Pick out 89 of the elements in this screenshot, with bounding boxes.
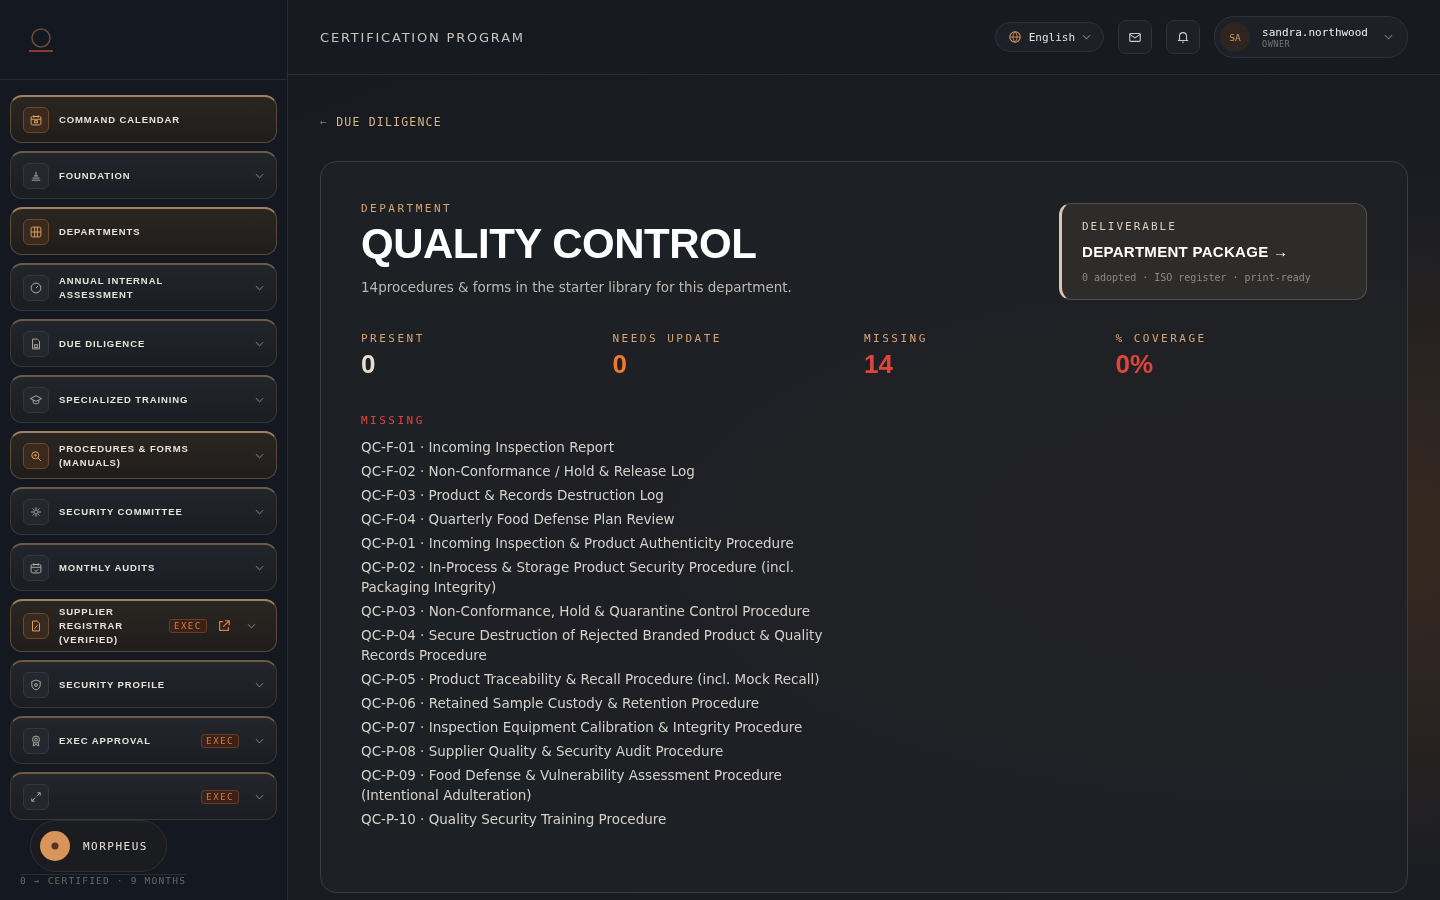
missing-item: QC-F-03 · Product & Records Destruction Log [361, 486, 665, 505]
eyebrow-label: DEPARTMENT [361, 202, 454, 215]
exec-badge: EXEC [201, 789, 239, 804]
nav-item[interactable]: SECURITY COMMITTEE [10, 487, 277, 535]
mail-icon [1128, 30, 1143, 44]
nav-label: DEPARTMENTS [59, 224, 142, 239]
orb-icon [39, 830, 71, 862]
nav-label: SPECIALIZED TRAINING [59, 392, 190, 407]
stat-value: 0% [1115, 349, 1155, 380]
nav-item[interactable]: ANNUAL INTERNAL ASSESSMENT [10, 263, 277, 311]
back-link[interactable]: ← DUE DILIGENCE [320, 115, 1408, 129]
stat-label: PRESENT [361, 332, 426, 345]
deliverable-eyebrow: DELIVERABLE [1082, 220, 1178, 233]
missing-item: QC-P-04 · Secure Destruction of Rejected Branded Product & Quality Records Procedure [361, 626, 824, 665]
nav-icon [23, 671, 49, 698]
bell-icon [1176, 30, 1191, 44]
missing-item: QC-P-03 · Non-Conformance, Hold & Quarantine Control Procedure [361, 602, 812, 621]
deliverable-meta: 0 adopted · ISO register · print-ready [1082, 272, 1312, 283]
department-description: 14procedures & forms in the starter library for this department. [361, 279, 792, 296]
user-avatar: SA [1220, 22, 1251, 52]
nav-item[interactable]: EXEC [10, 772, 277, 820]
nav-label: EXEC APPROVAL [59, 733, 152, 748]
nav-label: DUE DILIGENCE [59, 336, 147, 351]
missing-item: QC-P-02 · In-Process & Storage Product Security Procedure (incl. Packaging Integrity) [361, 558, 795, 597]
stat-label: NEEDS UPDATE [612, 332, 723, 345]
nav-item[interactable]: SECURITY PROFILE [10, 660, 277, 708]
missing-item: QC-F-02 · Non-Conformance / Hold & Release Log [361, 462, 696, 481]
nav-item[interactable]: PROCEDURES & FORMS (MANUALS) [10, 431, 277, 479]
missing-item: QC-P-09 · Food Defense & Vulnerability Assessment Procedure (Intentional Adulteration) [361, 766, 783, 805]
stat-value: 14 [864, 349, 894, 380]
globe-icon [1007, 30, 1022, 44]
nav-label: PROCEDURES & FORMS (MANUALS) [59, 441, 190, 470]
nav-icon [23, 727, 49, 754]
user-menu[interactable]: SA sandra.northwood OWNER [1214, 16, 1408, 58]
language-selector[interactable]: English [994, 22, 1105, 52]
nav-label: SECURITY COMMITTEE [59, 504, 184, 519]
nav-icon [23, 554, 49, 581]
missing-item: QC-P-07 · Inspection Equipment Calibration & Integrity Procedure [361, 718, 804, 737]
exec-badge: EXEC [169, 619, 207, 633]
missing-item: QC-P-10 · Quality Security Training Procedure [361, 810, 668, 829]
nav-item[interactable]: MONTHLY AUDITS [10, 543, 277, 591]
missing-item: QC-P-01 · Incoming Inspection & Product Authenticity Procedure [361, 534, 795, 553]
nav-label: FOUNDATION [59, 168, 132, 183]
chevron-icon [1082, 34, 1092, 40]
deliverable-card[interactable]: DELIVERABLE DEPARTMENT PACKAGE → 0 adopted · ISO register · print-ready [1059, 203, 1367, 300]
nav-item[interactable]: SPECIALIZED TRAINING [10, 375, 277, 423]
stat-value: 0 [361, 349, 377, 380]
notifications-button[interactable] [1166, 20, 1201, 54]
nav-icon [23, 442, 49, 469]
nav-label: COMMAND CALENDAR [59, 112, 181, 127]
external-link-icon[interactable] [216, 619, 231, 633]
nav-icon [23, 386, 49, 413]
nav-icon [23, 106, 49, 133]
mail-button[interactable] [1118, 20, 1153, 54]
nav-item[interactable]: FOUNDATION [10, 151, 277, 199]
department-title: QUALITY CONTROL [361, 221, 758, 268]
missing-item: QC-F-01 · Incoming Inspection Report [361, 438, 615, 457]
missing-item: QC-P-05 · Product Traceability & Recall Procedure (incl. Mock Recall) [361, 670, 821, 689]
missing-heading: MISSING [361, 414, 426, 427]
missing-item: QC-P-08 · Supplier Quality & Security Audit Procedure [361, 742, 725, 761]
missing-item: QC-F-04 · Quarterly Food Defense Plan Review [361, 510, 676, 529]
nav-icon [23, 162, 49, 189]
nav-item[interactable]: COMMAND CALENDAR [10, 95, 277, 143]
nav-item[interactable]: SUPPLIER REGISTRAR (VERIFIED) EXEC [10, 599, 277, 652]
stat-value: 0 [612, 349, 628, 380]
user-role: OWNER [1262, 38, 1292, 49]
nav-label: MONTHLY AUDITS [59, 560, 157, 575]
nav-label: SECURITY PROFILE [59, 677, 167, 692]
nav-icon [23, 783, 49, 810]
missing-item: QC-P-06 · Retained Sample Custody & Retention Procedure [361, 694, 761, 713]
nav-icon [23, 274, 49, 301]
nav-icon [23, 613, 49, 639]
user-name: sandra.northwood [1262, 25, 1368, 39]
assistant-button[interactable]: MORPHEUS [30, 820, 167, 872]
stat-label: MISSING [864, 332, 929, 345]
nav-icon [23, 218, 49, 245]
nav-icon [23, 330, 49, 357]
nav-label: ANNUAL INTERNAL ASSESSMENT [59, 273, 164, 302]
chevron-icon [1384, 34, 1393, 40]
nav-label: SUPPLIER REGISTRAR (VERIFIED) [59, 605, 125, 647]
stat-label: % COVERAGE [1115, 332, 1208, 345]
deliverable-title: DEPARTMENT PACKAGE → [1082, 243, 1290, 260]
progress-footer: 0 → CERTIFIED · 9 MONTHS [20, 874, 187, 886]
nav-item[interactable]: DEPARTMENTS [10, 207, 277, 255]
nav-icon [23, 498, 49, 525]
nav-item[interactable]: EXEC APPROVAL EXEC [10, 716, 277, 764]
page-title: CERTIFICATION PROGRAM [320, 29, 525, 45]
nav-item[interactable]: DUE DILIGENCE [10, 319, 277, 367]
exec-badge: EXEC [201, 733, 239, 748]
